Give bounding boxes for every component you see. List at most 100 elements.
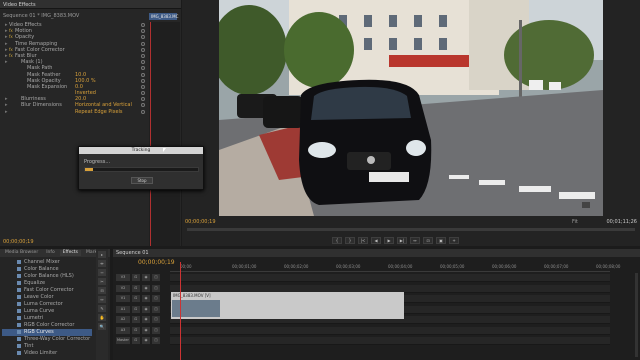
lock-icon[interactable]: ⊡ xyxy=(132,337,140,344)
timeline-tab[interactable]: Sequence 01 xyxy=(113,249,640,257)
reset-icon[interactable] xyxy=(141,41,145,46)
transport-button[interactable]: ⊡ xyxy=(423,237,433,244)
effect-list-item[interactable]: Luma Curve xyxy=(2,308,92,315)
effect-list-item[interactable]: Video Limiter xyxy=(2,350,92,357)
video-clip[interactable]: IMG_8383.MOV [V] xyxy=(171,292,404,319)
transport-button[interactable]: ↔ xyxy=(410,237,420,244)
effect-list-item[interactable]: Tint xyxy=(2,343,92,350)
tab-info[interactable]: Info xyxy=(43,250,58,256)
sync-icon[interactable]: ◫ xyxy=(152,295,160,302)
effect-list-item[interactable]: RGB Color Corrector xyxy=(2,322,92,329)
effect-list-item[interactable]: Fast Color Corrector xyxy=(2,287,92,294)
reset-icon[interactable] xyxy=(141,60,145,65)
effect-list-item[interactable]: Color Balance (HLS) xyxy=(2,273,92,280)
transport-button[interactable]: } xyxy=(345,237,355,244)
reset-icon[interactable] xyxy=(141,84,145,89)
lock-icon[interactable]: ⊡ xyxy=(132,284,140,292)
track-name[interactable]: Master xyxy=(116,337,130,344)
sync-icon[interactable]: ◫ xyxy=(152,305,160,313)
eye-icon[interactable]: ◉ xyxy=(142,274,150,281)
track-lane[interactable] xyxy=(170,274,610,282)
zoom-fit-select[interactable]: Fit xyxy=(572,219,578,225)
track-name[interactable]: A2 xyxy=(116,316,130,323)
sync-icon[interactable]: ◫ xyxy=(152,316,160,323)
tool-button[interactable]: ✋ xyxy=(98,314,106,321)
timeline-scrollbar[interactable] xyxy=(635,273,638,357)
tool-button[interactable]: ⊟ xyxy=(98,287,106,294)
transport-button[interactable]: ◀ xyxy=(371,237,381,244)
reset-icon[interactable] xyxy=(141,23,145,27)
tracking-dialog-title[interactable]: Tracking xyxy=(79,147,203,154)
track-name[interactable]: A3 xyxy=(116,326,130,334)
tool-button[interactable]: ⇿ xyxy=(98,269,106,276)
sync-icon[interactable]: ◫ xyxy=(152,326,160,334)
reset-icon[interactable] xyxy=(141,53,145,58)
tool-button[interactable]: ⇹ xyxy=(98,260,106,267)
tool-button[interactable]: ✎ xyxy=(98,305,106,312)
tool-button[interactable]: ▸ xyxy=(98,251,106,258)
reset-icon[interactable] xyxy=(141,29,145,34)
transport-button[interactable]: |< xyxy=(358,237,368,244)
track-name[interactable]: V2 xyxy=(116,284,130,292)
lock-icon[interactable]: ⊡ xyxy=(132,326,140,334)
track-name[interactable]: V3 xyxy=(116,274,130,281)
lock-icon[interactable]: ⊡ xyxy=(132,316,140,323)
tab-effects[interactable]: Effects xyxy=(59,250,82,256)
effect-controls-timecode[interactable]: 00;00;00;19 xyxy=(3,239,34,245)
lock-icon[interactable]: ⊡ xyxy=(132,305,140,313)
reset-icon[interactable] xyxy=(141,78,145,83)
transport-button[interactable]: ▣ xyxy=(436,237,446,244)
effect-list-item[interactable]: Luma Corrector xyxy=(2,301,92,308)
lock-icon[interactable]: ⊡ xyxy=(132,274,140,281)
stop-button[interactable]: Stop xyxy=(131,177,153,184)
reset-icon[interactable] xyxy=(141,66,145,71)
timeline-playhead[interactable] xyxy=(180,262,181,360)
effect-list-item[interactable]: Equalize xyxy=(2,280,92,287)
sync-icon[interactable]: ◫ xyxy=(152,274,160,281)
effect-list-item[interactable]: RGB Curves xyxy=(2,329,92,336)
keyframe-playhead[interactable] xyxy=(150,22,151,246)
eye-icon[interactable]: ◉ xyxy=(142,316,150,323)
tool-button[interactable]: 🔍 xyxy=(98,323,106,330)
track-name[interactable]: A1 xyxy=(116,305,130,313)
effect-property-value[interactable]: Repeat Edge Pixels xyxy=(75,109,123,115)
clip-chip[interactable]: IMG_8383.MC xyxy=(149,13,178,20)
effect-list-item[interactable]: Channel Mixer xyxy=(2,259,92,266)
tab-media-browser[interactable]: Media Browser xyxy=(2,250,41,256)
effect-list-item[interactable]: Three-Way Color Corrector xyxy=(2,336,92,343)
reset-icon[interactable] xyxy=(141,91,145,96)
transport-button[interactable]: ▶| xyxy=(397,237,407,244)
transport-button[interactable]: + xyxy=(449,237,459,244)
track-name[interactable]: V1 xyxy=(116,295,130,302)
reset-icon[interactable] xyxy=(141,47,145,52)
timeline-ruler[interactable]: 00;00 00;00;01;00 00;00;02;00 00;00;03;00 00… xyxy=(170,262,620,272)
program-timecode[interactable]: 00;00;00;19 xyxy=(185,219,216,225)
lock-icon[interactable]: ⊡ xyxy=(132,295,140,302)
tool-button[interactable]: ↔ xyxy=(98,296,106,303)
eye-icon[interactable]: ◉ xyxy=(142,295,150,302)
eye-icon[interactable]: ◉ xyxy=(142,326,150,334)
effect-keyframe-lane[interactable] xyxy=(149,22,180,246)
transport-button[interactable]: { xyxy=(332,237,342,244)
transport-button[interactable]: ▶ xyxy=(384,237,394,244)
effect-list-item[interactable]: Color Balance xyxy=(2,266,92,273)
sync-icon[interactable]: ◫ xyxy=(152,337,160,344)
reset-icon[interactable] xyxy=(141,103,145,108)
track-lane[interactable] xyxy=(170,337,610,345)
program-scrubber[interactable] xyxy=(187,228,635,231)
eye-icon[interactable]: ◉ xyxy=(142,284,150,292)
reset-icon[interactable] xyxy=(141,109,145,114)
effect-property-row[interactable]: ▸ Repeat Edge Pixels xyxy=(0,109,148,115)
video-frame[interactable] xyxy=(219,0,603,216)
reset-icon[interactable] xyxy=(141,72,145,77)
disclosure-triangle-icon[interactable]: ▸ xyxy=(5,109,8,115)
tool-button[interactable]: ✂ xyxy=(98,278,106,285)
effect-list-item[interactable]: Lumetri xyxy=(2,315,92,322)
track-lane[interactable] xyxy=(170,326,610,335)
reset-icon[interactable] xyxy=(141,35,145,40)
eye-icon[interactable]: ◉ xyxy=(142,305,150,313)
eye-icon[interactable]: ◉ xyxy=(142,337,150,344)
effect-list-item[interactable]: Leave Color xyxy=(2,294,92,301)
reset-icon[interactable] xyxy=(141,97,145,102)
sync-icon[interactable]: ◫ xyxy=(152,284,160,292)
